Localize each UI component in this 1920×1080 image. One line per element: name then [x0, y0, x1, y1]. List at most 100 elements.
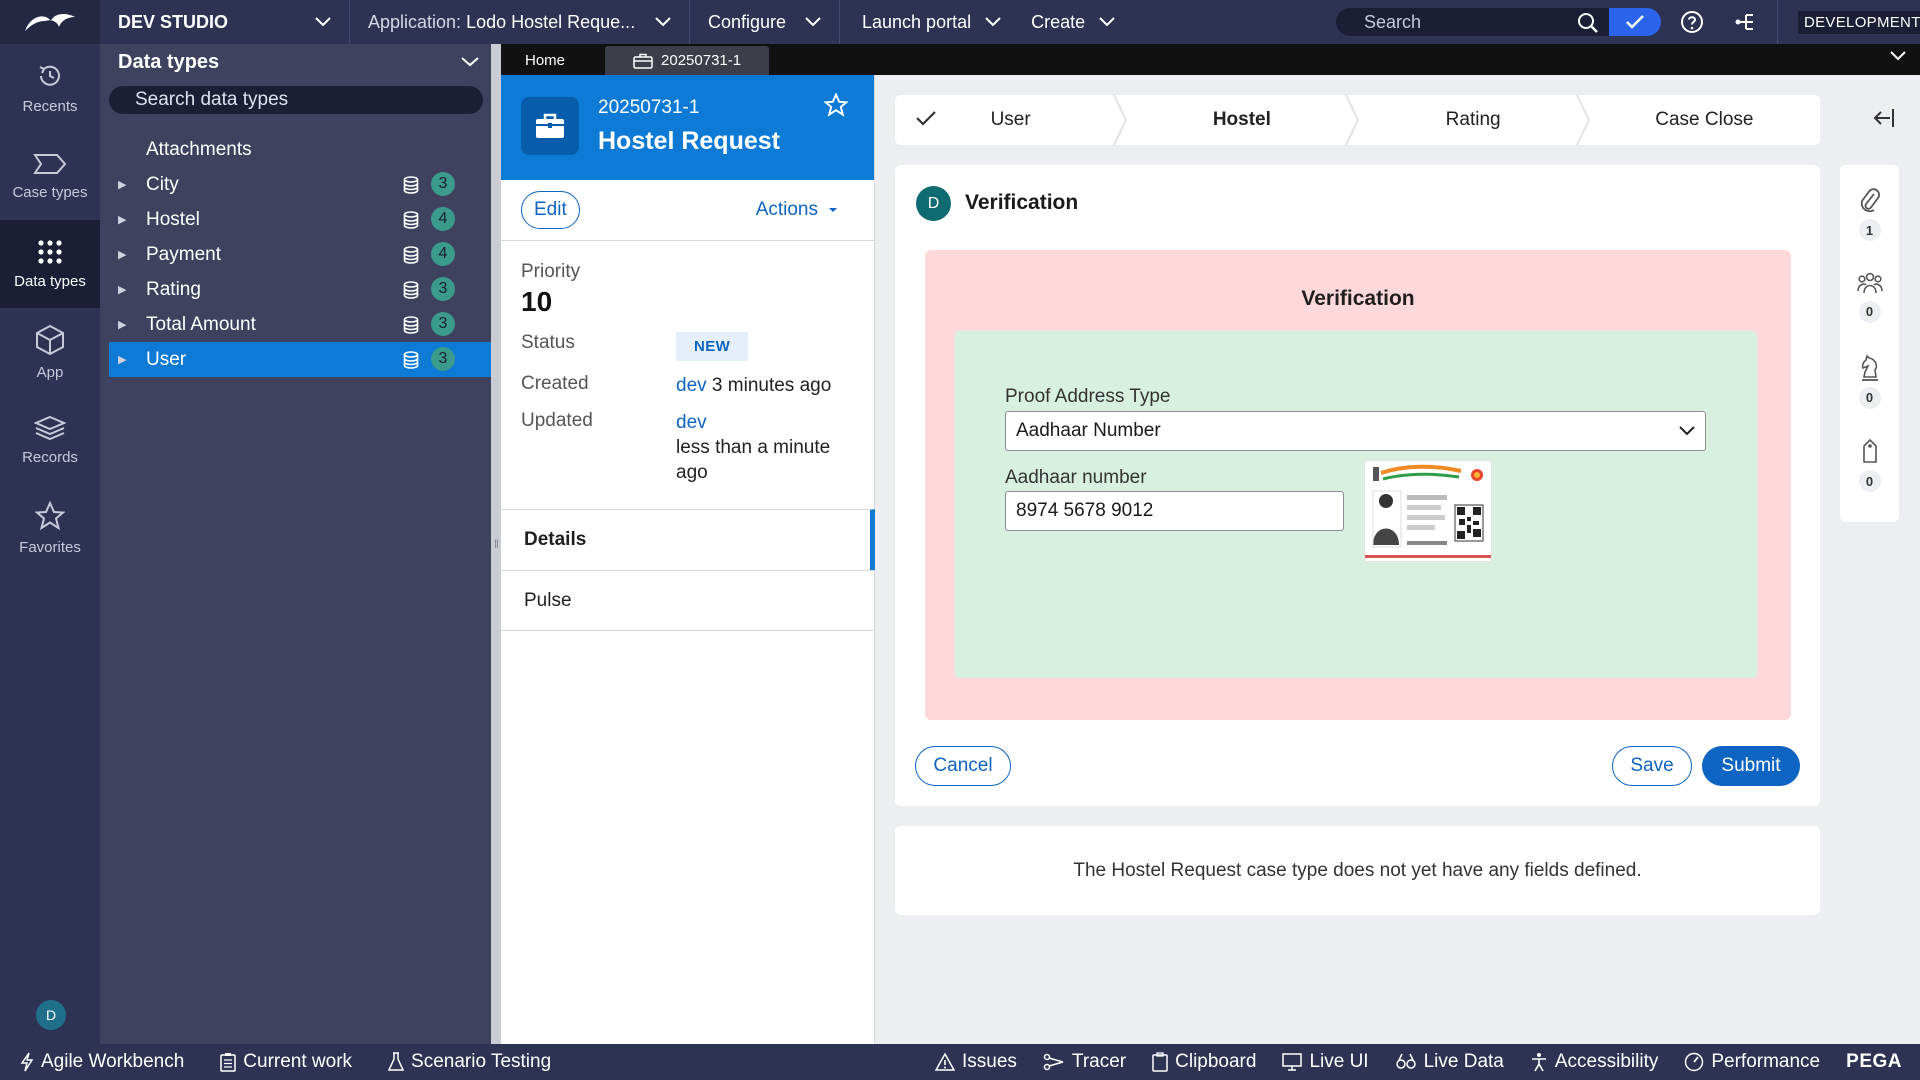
performance-button[interactable]: Performance: [1684, 1044, 1820, 1080]
followers-count: 0: [1858, 300, 1881, 323]
tab-details-label: Details: [524, 529, 587, 550]
live-ui-button[interactable]: Live UI: [1282, 1044, 1369, 1080]
accessibility-icon: [1531, 1053, 1546, 1072]
data-type-total-amount[interactable]: ▶ Total Amount 3: [100, 307, 491, 342]
cube-icon: [36, 324, 64, 355]
user-avatar[interactable]: D: [36, 1000, 66, 1030]
collapse-panel-icon[interactable]: [1873, 108, 1895, 128]
clipboard-button[interactable]: Clipboard: [1152, 1044, 1256, 1080]
current-work-button[interactable]: Current work: [220, 1044, 352, 1080]
tab-details[interactable]: Details: [501, 509, 875, 570]
case-fields: Priority 10 Status NEW Created dev 3 min…: [501, 241, 874, 485]
create-menu[interactable]: Create: [1013, 0, 1127, 44]
devbar-left-group: Agile Workbench Current work Scenario Te…: [0, 1044, 551, 1080]
submit-button[interactable]: Submit: [1702, 746, 1800, 786]
stage-case-close[interactable]: Case Close: [1589, 95, 1820, 145]
data-type-city[interactable]: ▶ City 3: [100, 167, 491, 202]
accessibility-button[interactable]: Accessibility: [1530, 1044, 1658, 1080]
help-icon[interactable]: [1680, 10, 1704, 34]
stage-hostel[interactable]: Hostel: [1126, 95, 1359, 145]
pega-logo[interactable]: [0, 0, 100, 44]
application-label: Application:: [368, 11, 462, 32]
search-submit-button[interactable]: [1609, 8, 1661, 36]
issues-button[interactable]: Issues: [935, 1044, 1017, 1080]
stakeholders-count: 0: [1858, 386, 1881, 409]
data-types-search-placeholder: Search data types: [135, 89, 289, 110]
caret-down-icon: [829, 208, 837, 212]
expand-caret-icon[interactable]: ▶: [118, 248, 136, 261]
drag-handle-icon[interactable]: ‖: [494, 537, 499, 551]
case-types-icon: [33, 153, 67, 174]
gauge-icon: [1685, 1052, 1704, 1072]
nav-app[interactable]: App: [0, 308, 100, 396]
case-summary-tabs: Details Pulse: [501, 509, 875, 631]
rail-tags[interactable]: 0: [1858, 438, 1881, 522]
nav-records[interactable]: Records: [0, 396, 100, 484]
record-count-badge: 3: [431, 172, 455, 196]
configure-menu[interactable]: Configure: [690, 0, 840, 44]
agile-workbench-button[interactable]: Agile Workbench: [20, 1044, 184, 1080]
document-tabs: Home 20250731-1: [501, 44, 1920, 75]
cancel-button[interactable]: Cancel: [915, 746, 1011, 786]
star-icon[interactable]: [824, 93, 848, 117]
data-type-user[interactable]: ▶ User 3: [109, 342, 491, 377]
data-types-search-input[interactable]: Search data types: [109, 86, 483, 114]
stage-rating[interactable]: Rating: [1358, 95, 1590, 145]
data-type-rating[interactable]: ▶ Rating 3: [100, 272, 491, 307]
scenario-testing-button[interactable]: Scenario Testing: [388, 1044, 551, 1080]
stage-user[interactable]: User: [895, 95, 1128, 145]
expand-caret-icon[interactable]: ▶: [118, 318, 136, 331]
data-type-attachments[interactable]: ▶ Attachments: [100, 132, 491, 167]
nav-favorites[interactable]: Favorites: [0, 484, 100, 572]
history-icon: [39, 65, 60, 86]
environment-label: DEVELOPMENT: [1798, 10, 1920, 34]
rail-stakeholders[interactable]: 0: [1858, 354, 1881, 439]
tracer-button[interactable]: Tracer: [1043, 1044, 1126, 1080]
created-by-link[interactable]: dev: [676, 375, 707, 396]
rail-followers[interactable]: 0: [1856, 271, 1883, 355]
flask-icon: [388, 1052, 405, 1071]
tab-case[interactable]: 20250731-1: [605, 46, 770, 75]
lightning-icon: [20, 1052, 34, 1072]
data-type-hostel[interactable]: ▶ Hostel 4: [100, 202, 491, 237]
global-search[interactable]: Search: [1336, 8, 1661, 36]
devbar-right-group: Issues Tracer Clipboard Live UI Live Dat…: [935, 1044, 1902, 1080]
search-input[interactable]: Search: [1336, 12, 1609, 33]
expand-caret-icon[interactable]: ▶: [118, 353, 136, 366]
tab-home[interactable]: Home: [501, 46, 589, 75]
database-icon: [403, 316, 419, 334]
studio-switcher[interactable]: DEV STUDIO: [100, 0, 350, 44]
live-data-button[interactable]: Live Data: [1395, 1044, 1504, 1080]
aadhaar-number-input[interactable]: [1005, 491, 1344, 531]
proof-type-select[interactable]: Aadhaar Number: [1005, 411, 1706, 451]
stage-label: Case Close: [1655, 109, 1754, 130]
actions-label: Actions: [755, 199, 818, 220]
case-summary-panel: 20250731-1 Hostel Request Edit Actions P…: [494, 75, 875, 1044]
tab-pulse[interactable]: Pulse: [501, 570, 875, 631]
branch-share-icon[interactable]: [1733, 10, 1757, 34]
info-message-card: The Hostel Request case type does not ye…: [895, 826, 1820, 915]
case-header: 20250731-1 Hostel Request: [501, 75, 874, 180]
clipboard-list-icon: [220, 1053, 237, 1072]
user-initial: D: [45, 1007, 57, 1023]
launch-portal-menu[interactable]: Launch portal: [840, 0, 1013, 44]
actions-menu[interactable]: Actions: [756, 199, 838, 221]
expand-caret-icon[interactable]: ▶: [118, 213, 136, 226]
verification-section: Verification Proof Address Type Aadhaar …: [925, 250, 1791, 720]
nav-recents[interactable]: Recents: [0, 44, 100, 132]
chevron-down-icon[interactable]: [1890, 51, 1906, 61]
rail-attachments[interactable]: 1: [1858, 187, 1881, 271]
nav-case-types[interactable]: Case types: [0, 132, 100, 220]
clipboard-label: Clipboard: [1175, 1051, 1257, 1072]
expand-caret-icon[interactable]: ▶: [118, 178, 136, 191]
application-switcher[interactable]: Application: Lodo Hostel Reque...: [350, 0, 690, 44]
updated-by-link[interactable]: dev: [676, 412, 707, 433]
explorer-header[interactable]: Data types: [100, 44, 491, 80]
expand-caret-icon[interactable]: ▶: [118, 283, 136, 296]
nav-data-types[interactable]: Data types: [0, 220, 100, 308]
updated-label: Updated: [521, 410, 593, 431]
data-type-payment[interactable]: ▶ Payment 4: [100, 237, 491, 272]
edit-button[interactable]: Edit: [521, 191, 580, 229]
created-row: Created dev 3 minutes ago: [521, 373, 854, 398]
save-button[interactable]: Save: [1612, 746, 1692, 786]
